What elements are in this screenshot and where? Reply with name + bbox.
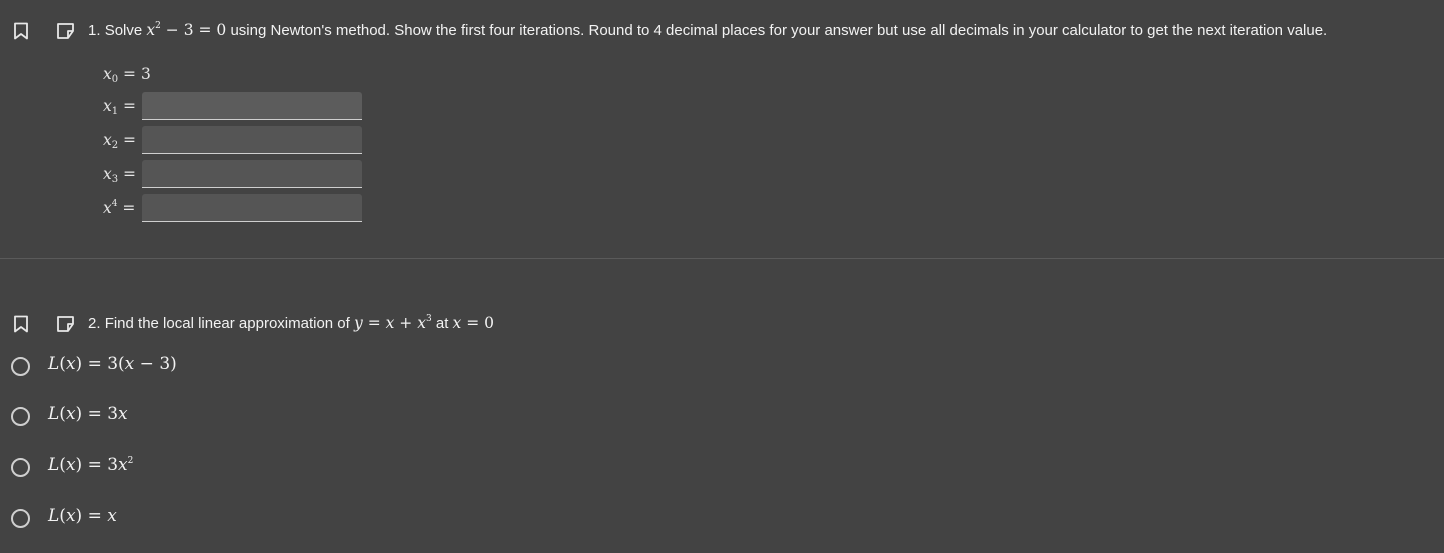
opt3-open: ( — [59, 455, 66, 475]
x0-var: x — [103, 65, 112, 83]
x1-eq: = — [118, 97, 137, 115]
note-icon[interactable] — [56, 315, 76, 333]
x1-input[interactable] — [142, 92, 362, 120]
x3-var: x — [103, 165, 112, 183]
bookmark-icon[interactable] — [13, 315, 29, 333]
question-1-text-before: Solve — [104, 22, 143, 39]
question-1-text-after: using Newton's method. Show the first fo… — [230, 22, 1328, 39]
x0-eq: = 3 — [118, 65, 151, 83]
x2-input[interactable] — [142, 126, 362, 154]
option-2[interactable]: L(x) = 3x — [0, 401, 400, 435]
question-divider — [0, 258, 1444, 259]
x3-eq: = — [118, 165, 137, 183]
option-3[interactable]: L(x) = 3x2 — [0, 452, 400, 486]
opt3-exp: 2 — [127, 456, 134, 466]
func-x-cubed: x — [417, 314, 426, 332]
question-2-number: 2. — [88, 315, 101, 332]
opt4-x: x — [65, 506, 76, 526]
x2-eq: = — [118, 131, 137, 149]
x4-input[interactable] — [142, 194, 362, 222]
option-1-label: L(x) = 3(x − 3) — [48, 354, 177, 374]
opt3-eq: = 3 — [82, 455, 119, 475]
opt1-tail-var: x — [124, 354, 135, 374]
radio-unselected-icon[interactable] — [11, 357, 30, 376]
option-4[interactable]: L(x) = x — [0, 503, 400, 537]
option-1[interactable]: L(x) = 3(x − 3) — [0, 351, 400, 385]
opt3-tail-var: x — [118, 455, 128, 475]
opt4-eq: = — [82, 506, 108, 526]
opt2-eq: = 3 — [82, 404, 119, 424]
opt2-tail-var: x — [118, 404, 128, 424]
x1-label: x1 = — [103, 97, 137, 117]
opt1-x: x — [65, 354, 76, 374]
equation-rest: − 3 = 0 — [160, 21, 227, 39]
bookmark-icon[interactable] — [13, 22, 29, 40]
opt3-L: L — [48, 455, 60, 475]
note-icon[interactable] — [56, 22, 76, 40]
func-plus: + — [394, 314, 418, 332]
func-exp: 3 — [425, 314, 432, 324]
radio-unselected-icon[interactable] — [11, 407, 30, 426]
at-eq: = 0 — [461, 314, 494, 332]
question-1-text: 1. Solve x2 − 3 = 0 using Newton's metho… — [88, 20, 1327, 41]
opt1-eq: = 3( — [82, 354, 125, 374]
at-var: x — [452, 314, 462, 332]
question-2-text-before: Find the local linear approximation of — [104, 315, 350, 332]
func-y: y — [354, 314, 363, 332]
opt2-L: L — [48, 404, 60, 424]
question-2-text-at: at — [435, 315, 449, 332]
opt2-open: ( — [59, 404, 66, 424]
equation-variable: x — [146, 21, 156, 39]
opt4-tail-var: x — [107, 506, 117, 526]
func-eq: = — [362, 314, 386, 332]
x2-label: x2 = — [103, 131, 137, 151]
opt4-L: L — [48, 506, 60, 526]
option-3-label: L(x) = 3x2 — [48, 455, 133, 475]
opt1-L: L — [48, 354, 60, 374]
question-1-number: 1. — [88, 22, 101, 39]
x0-label: x0 = 3 — [103, 65, 151, 85]
opt1-tail: − 3) — [134, 354, 177, 374]
x4-label: x4 = — [103, 199, 135, 217]
x2-var: x — [103, 131, 112, 149]
opt2-x: x — [65, 404, 76, 424]
opt1-open: ( — [59, 354, 66, 374]
opt3-x: x — [65, 455, 76, 475]
x4-eq: = — [117, 199, 136, 217]
x1-var: x — [103, 97, 112, 115]
option-4-label: L(x) = x — [48, 506, 117, 526]
option-2-label: L(x) = 3x — [48, 404, 128, 424]
x3-label: x3 = — [103, 165, 137, 185]
radio-unselected-icon[interactable] — [11, 509, 30, 528]
question-2-text: 2. Find the local linear approximation o… — [88, 313, 494, 334]
x4-var: x — [103, 199, 112, 217]
x3-input[interactable] — [142, 160, 362, 188]
radio-unselected-icon[interactable] — [11, 458, 30, 477]
opt4-open: ( — [59, 506, 66, 526]
